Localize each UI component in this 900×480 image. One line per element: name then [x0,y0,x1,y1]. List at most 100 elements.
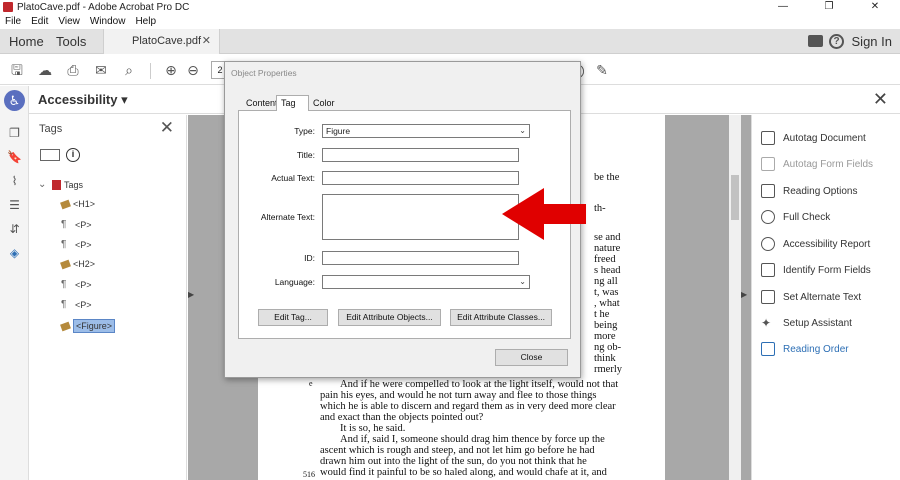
tree-item-label: <P> [75,279,92,290]
tool-identify-form-fields[interactable]: Identify Form Fields [761,261,871,279]
type-select[interactable]: Figure ⌄ [322,124,530,138]
tree-item-p[interactable]: ¶ <P> [61,299,92,310]
minimize-button[interactable]: — [760,0,806,14]
menu-file[interactable]: File [5,16,21,27]
tab-color[interactable]: Color [309,97,339,110]
check-icon [761,210,775,224]
search-icon[interactable]: ⌕ [119,60,139,80]
id-field[interactable] [322,251,519,265]
tool-set-alternate-text[interactable]: Set Alternate Text [761,288,861,306]
collapse-left-icon[interactable]: ▶ [188,290,194,299]
language-select[interactable]: ⌄ [322,275,530,289]
tool-label: Reading Options [783,185,858,197]
close-window-button[interactable]: ✕ [852,0,898,14]
tool-label: Autotag Form Fields [783,158,874,170]
sign-in-link[interactable]: Sign In [852,29,892,54]
tool-reading-order[interactable]: Reading Order [761,340,849,358]
alternate-text-field[interactable] [322,194,519,240]
tool-label: Full Check [783,211,831,223]
red-arrow-annotation [502,188,586,240]
pages-icon[interactable]: ❐ [7,126,22,141]
chevron-down-icon: ⌄ [519,277,526,286]
maximize-button[interactable]: ❐ [806,0,852,14]
page-text-line: And if, said I, someone should drag him … [340,434,605,445]
title-field[interactable] [322,148,519,162]
tab-home[interactable]: Home [9,29,44,54]
tool-accessibility-report[interactable]: Accessibility Report [761,235,870,253]
close-tab-icon[interactable]: ✕ [202,29,211,54]
tab-tag[interactable]: Tag [276,95,309,111]
tree-item-label: <P> [75,299,92,310]
page-text-fragment: be the [594,172,620,183]
tree-item-p[interactable]: ¶ <P> [61,279,92,290]
alt-text-icon [761,290,775,304]
edit-attribute-objects-button[interactable]: Edit Attribute Objects... [338,309,441,326]
pdf-tag-icon [52,179,61,190]
tool-autotag-document[interactable]: Autotag Document [761,129,866,147]
pen-icon[interactable]: ✎ [592,60,612,80]
tab-tools[interactable]: Tools [56,29,86,54]
close-dialog-button[interactable]: Close [495,349,568,366]
close-panel-icon[interactable]: ✕ [873,89,888,110]
tree-item-h2[interactable]: <H2> [60,259,95,269]
expand-icon[interactable]: ⌄ [38,179,49,190]
tool-label: Autotag Document [783,132,866,144]
menu-help[interactable]: Help [135,16,156,27]
next-page-icon[interactable]: ⊖ [183,60,203,80]
reading-icon [761,184,775,198]
menu-window[interactable]: Window [90,16,126,27]
tree-item-h1[interactable]: <H1> [60,199,95,209]
tool-label: Set Alternate Text [783,291,862,303]
tree-item-p[interactable]: ¶ <P> [61,219,92,230]
help-icon[interactable]: ? [829,34,844,49]
tool-autotag-form-fields[interactable]: Autotag Form Fields [761,155,873,173]
tree-root[interactable]: ⌄ Tags [38,179,83,190]
page-text-line: And if he were compelled to look at the … [340,379,619,390]
id-label: ID: [304,253,315,263]
accessibility-dropdown[interactable]: Accessibility ▾ [38,92,128,108]
page-text-line: drawn him out into the light of the sun,… [320,456,587,467]
bookmark-icon[interactable]: 🔖 [7,150,22,165]
info-icon[interactable]: i [66,148,80,162]
edit-attribute-classes-button[interactable]: Edit Attribute Classes... [450,309,552,326]
edit-tag-button[interactable]: Edit Tag... [258,309,328,326]
order-icon[interactable]: ⇵ [7,222,22,237]
page-text-fragment: s head [594,265,621,276]
chat-icon[interactable] [808,35,823,47]
menu-edit[interactable]: Edit [31,16,48,27]
tool-reading-options[interactable]: Reading Options [761,182,858,200]
scrollbar-thumb[interactable] [731,175,739,220]
tool-full-check[interactable]: Full Check [761,208,830,226]
print-icon[interactable]: ⎙ [63,60,83,80]
document-tab-label: PlatoCave.pdf [132,35,202,47]
tree-item-figure[interactable]: <Figure> [60,319,116,333]
page-text-fragment: ng all [594,276,618,287]
page-text-fragment: t, was [594,287,619,298]
paragraph-icon: ¶ [61,299,67,310]
tool-setup-assistant[interactable]: ✦ Setup Assistant [761,314,852,332]
upload-cloud-icon[interactable]: ☁ [35,60,55,80]
previous-page-icon[interactable]: ⊕ [161,60,181,80]
save-icon[interactable]: 🖫 [7,60,27,80]
content-icon[interactable]: ☰ [7,198,22,213]
paragraph-icon: ¶ [61,279,67,290]
tree-item-label: <P> [75,239,92,250]
page-margin-number: 516 [303,470,315,479]
menu-view[interactable]: View [58,16,80,27]
attachment-icon[interactable]: ⌇ [7,174,22,189]
collapse-right-icon[interactable]: ▶ [741,290,747,299]
email-icon[interactable]: ✉ [91,60,111,80]
tab-document[interactable]: PlatoCave.pdf ✕ [103,29,220,54]
reading-order-icon [761,342,775,356]
tree-item-p[interactable]: ¶ <P> [61,239,92,250]
actual-text-field[interactable] [322,171,519,185]
accessibility-icon[interactable]: ♿ [4,90,25,111]
page-text-fragment: nature [594,243,621,254]
page-text-fragment: think [594,353,616,364]
page-text-line: ascent which is rough and steep, and not… [320,445,595,456]
options-menu-icon[interactable] [40,149,60,161]
form-icon [761,157,775,171]
vertical-scrollbar[interactable] [729,115,741,480]
close-tags-icon[interactable]: ✕ [160,118,174,138]
tags-icon[interactable]: ◈ [7,246,22,261]
